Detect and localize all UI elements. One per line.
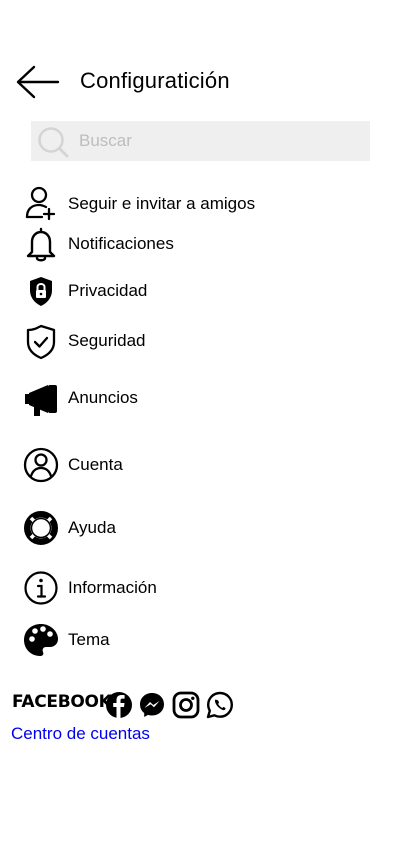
page-title: Configuratición — [80, 68, 230, 93]
menu-item-label: Anuncios — [68, 388, 138, 407]
megaphone-icon — [25, 385, 57, 416]
account-center-link[interactable]: Centro de cuentas — [11, 724, 150, 744]
lifebuoy-icon — [24, 511, 58, 545]
menu-item-seguridad[interactable]: Seguridad — [0, 321, 400, 361]
menu-item-label: Cuenta — [68, 455, 123, 474]
menu-item-tema[interactable]: Tema — [0, 620, 400, 660]
menu-item-seguir-invitar[interactable]: Seguir e invitar a amigos — [0, 184, 400, 224]
menu-item-label: Privacidad — [68, 281, 148, 300]
palette-icon — [24, 624, 58, 656]
shield-check-icon — [26, 324, 56, 360]
menu-item-label: Seguir e invitar a amigos — [68, 194, 256, 213]
messenger-icon — [140, 693, 164, 717]
menu-item-cuenta[interactable]: Cuenta — [0, 445, 400, 485]
facebook-icon — [106, 692, 132, 718]
menu-item-label: Ayuda — [68, 518, 116, 537]
menu-item-notificaciones[interactable]: Notificaciones — [0, 224, 400, 264]
meta-brands-row: FACEBOOK — [0, 688, 400, 724]
person-add-icon — [25, 186, 56, 221]
menu-item-anuncios[interactable]: Anuncios — [0, 378, 400, 418]
search-input[interactable] — [79, 121, 359, 161]
menu-item-ayuda[interactable]: Ayuda — [0, 508, 400, 548]
facebook-wordmark: FACEBOOK — [12, 692, 112, 712]
bell-icon — [26, 227, 56, 262]
menu-item-label: Información — [68, 578, 157, 597]
arrow-left-icon — [16, 65, 60, 99]
menu-item-informacion[interactable]: Información — [0, 568, 400, 608]
search-icon — [38, 127, 69, 158]
info-icon — [24, 571, 58, 605]
shield-lock-icon — [30, 277, 52, 306]
search-bar[interactable] — [31, 121, 370, 161]
instagram-icon — [172, 691, 200, 719]
menu-item-privacidad[interactable]: Privacidad — [0, 271, 400, 311]
whatsapp-icon — [206, 691, 233, 719]
menu-item-label: Tema — [68, 630, 110, 649]
account-circle-icon — [23, 447, 59, 483]
back-button[interactable] — [14, 64, 62, 100]
header: Configuratición — [0, 60, 400, 104]
menu-item-label: Notificaciones — [68, 234, 174, 253]
menu-item-label: Seguridad — [68, 331, 146, 350]
